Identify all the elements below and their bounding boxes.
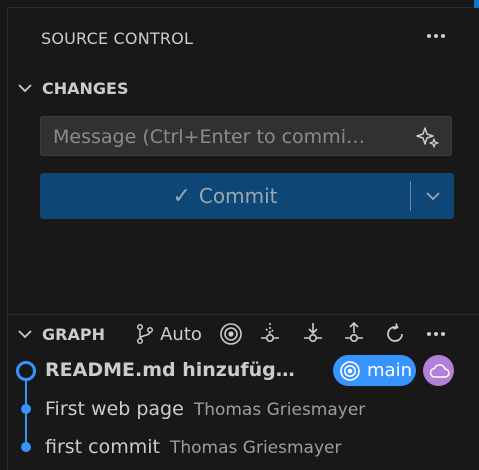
ellipsis-icon <box>427 332 445 336</box>
sparkle-icon[interactable] <box>415 124 441 150</box>
commit-row[interactable]: First web page Thomas Griesmayer <box>0 390 479 428</box>
more-actions-button[interactable] <box>422 22 450 50</box>
branch-badge-label: main <box>367 360 412 381</box>
commit-label: Commit <box>198 184 278 208</box>
fetch-icon <box>261 323 279 343</box>
view-title: SOURCE CONTROL <box>41 29 194 48</box>
graph-section-title[interactable]: GRAPH <box>42 325 105 344</box>
ellipsis-icon <box>427 34 445 38</box>
go-to-current-button[interactable] <box>217 320 245 348</box>
chevron-down-icon <box>425 192 440 201</box>
pull-button[interactable] <box>299 320 327 348</box>
commit-message: README.md hinzufüg… <box>45 359 295 381</box>
push-button[interactable] <box>340 320 368 348</box>
branch-icon <box>137 323 154 345</box>
commit-message-box[interactable] <box>40 116 452 156</box>
accent-band <box>474 0 479 8</box>
commit-author: Thomas Griesmayer <box>193 400 366 420</box>
commit-button[interactable]: ✓ Commit <box>40 173 454 219</box>
remote-badge[interactable] <box>423 355 454 386</box>
changes-section-title[interactable]: CHANGES <box>42 79 129 98</box>
auto-branch-toggle[interactable]: Auto <box>132 320 204 348</box>
check-icon: ✓ <box>172 183 191 209</box>
commit-main-action[interactable]: ✓ Commit <box>40 173 410 219</box>
commit-dropdown-button[interactable] <box>411 173 454 219</box>
branch-badge[interactable]: main <box>333 355 416 386</box>
push-icon <box>345 322 363 343</box>
auto-label: Auto <box>160 323 202 345</box>
commit-message: First web page <box>45 398 184 420</box>
graph-divider <box>8 314 479 315</box>
commit-author: Thomas Griesmayer <box>169 438 342 458</box>
commit-message: first commit <box>45 436 160 458</box>
refresh-button[interactable] <box>381 320 409 348</box>
target-icon <box>340 360 360 381</box>
panel-top-border <box>8 7 479 8</box>
chevron-down-icon[interactable] <box>16 79 34 97</box>
pull-icon <box>304 323 322 343</box>
chevron-down-icon[interactable] <box>16 325 34 343</box>
cloud-icon <box>429 363 450 378</box>
refresh-icon <box>387 323 403 342</box>
commit-message-input[interactable] <box>51 123 410 151</box>
graph-more-button[interactable] <box>422 320 450 348</box>
target-icon <box>220 323 242 345</box>
commit-row[interactable]: first commit Thomas Griesmayer <box>0 428 479 466</box>
fetch-button[interactable] <box>256 320 284 348</box>
